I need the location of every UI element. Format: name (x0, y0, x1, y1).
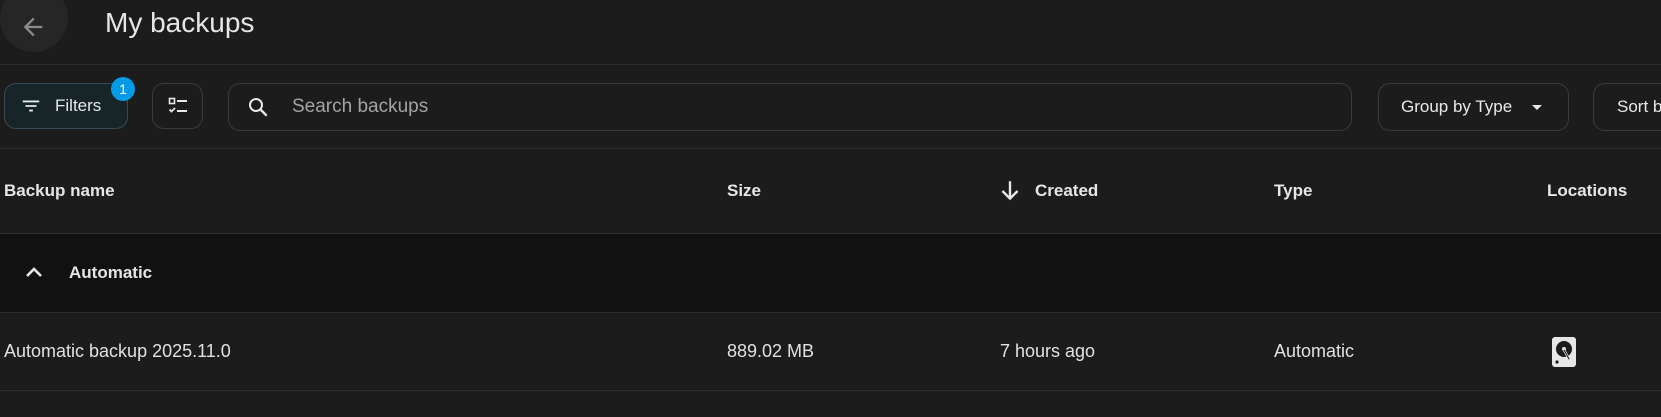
column-header-type[interactable]: Type (1274, 149, 1312, 233)
column-header-locations[interactable]: Locations (1547, 149, 1627, 233)
data-table-toolbar: Filters 1 Group by Type Sort (0, 65, 1661, 149)
filter-count-badge: 1 (111, 77, 135, 101)
group-by-label: Group by Type (1401, 97, 1513, 116)
filter-list-icon (22, 100, 40, 112)
sort-by-label: Sort by (1617, 97, 1661, 116)
cell-type: Automatic (1274, 341, 1355, 361)
cell-location (1551, 313, 1577, 390)
cell-size: 889.02 MB (727, 341, 815, 361)
backups-page: My backups Filters 1 Gro (0, 0, 1661, 417)
cell-backup-name: Automatic backup 2025.11.0 (4, 341, 231, 361)
table-header-row: Backup name Size Created Type Locations (0, 149, 1661, 234)
sort-by-dropdown[interactable]: Sort by (1593, 83, 1661, 131)
table-row[interactable]: Automatic backup 2025.11.0 889.02 MB 7 h… (0, 313, 1661, 391)
column-header-size[interactable]: Size (727, 149, 761, 233)
search-icon (249, 98, 268, 117)
filters-button[interactable]: Filters (4, 83, 128, 129)
chevron-up-icon[interactable] (22, 261, 46, 285)
checklist-icon (168, 97, 187, 113)
group-header-automatic[interactable]: Automatic (0, 234, 1661, 313)
group-by-dropdown[interactable]: Group by Type (1378, 83, 1569, 131)
column-header-created[interactable]: Created (997, 149, 1098, 233)
selection-mode-button[interactable] (152, 83, 203, 129)
column-header-backup-name[interactable]: Backup name (4, 149, 115, 233)
column-header-created-label: Created (1035, 181, 1099, 200)
sort-descending-arrow-icon (1001, 181, 1019, 201)
filters-label: Filters (55, 96, 102, 115)
search-input[interactable] (290, 95, 1294, 119)
cell-created: 7 hours ago (1000, 341, 1096, 361)
search-field[interactable] (228, 83, 1352, 131)
menu-down-icon (1532, 105, 1543, 110)
group-title: Automatic (69, 263, 153, 282)
arrow-left-icon (23, 17, 43, 37)
top-app-bar: My backups (0, 0, 1661, 65)
harddisk-icon (1552, 336, 1576, 367)
page-title: My backups (105, 7, 255, 38)
back-button[interactable] (0, 0, 68, 52)
